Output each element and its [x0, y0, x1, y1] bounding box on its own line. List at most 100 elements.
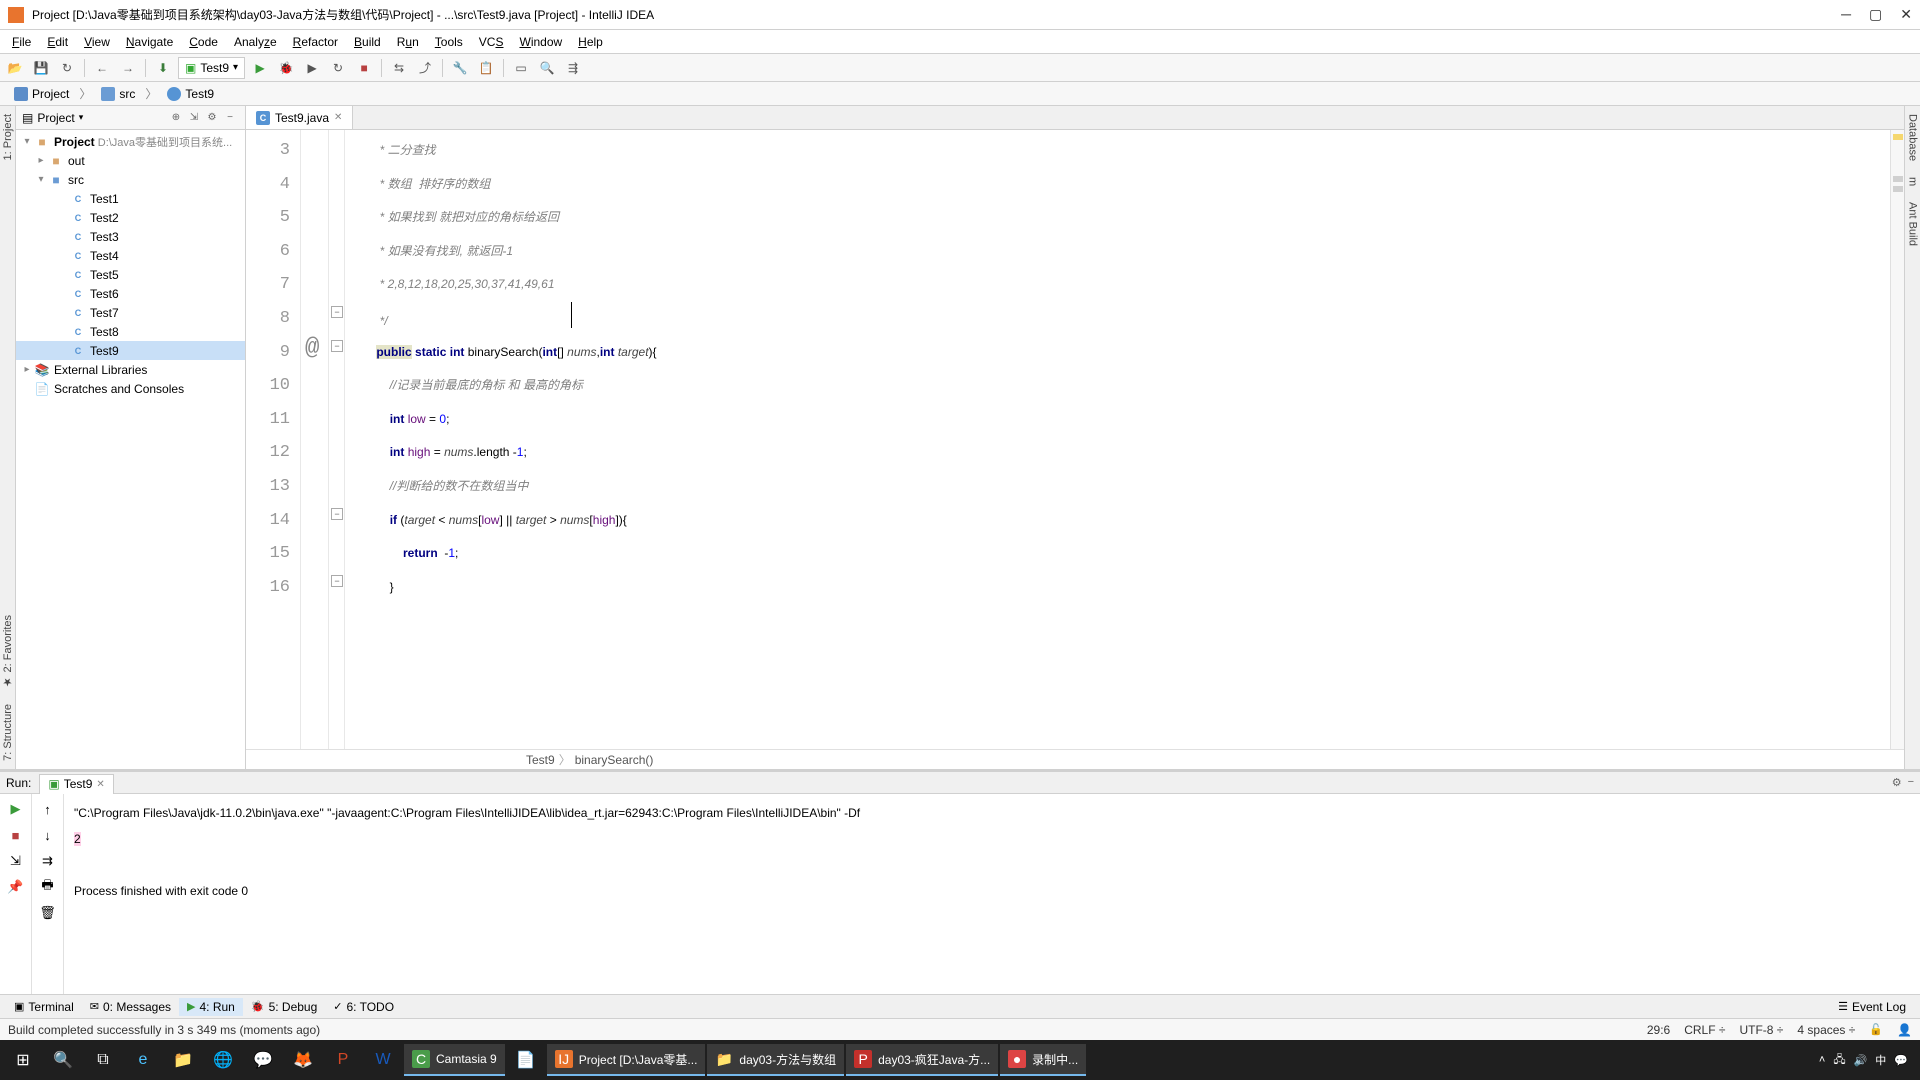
tray-notif-icon[interactable]: 💬 [1894, 1054, 1908, 1067]
tab-eventlog[interactable]: ☰Event Log [1830, 998, 1914, 1016]
tool-button[interactable]: ⤴ [414, 57, 436, 79]
tree-out[interactable]: ▸ ■ out [16, 151, 245, 170]
nav-file[interactable]: Test9 [161, 85, 220, 103]
tree-file[interactable]: CTest2 [16, 208, 245, 227]
hector-icon[interactable]: 👤 [1897, 1023, 1912, 1037]
up-button[interactable]: ↑ [37, 798, 59, 820]
status-position[interactable]: 29:6 [1647, 1023, 1670, 1037]
coverage-button[interactable]: ▶ [301, 57, 323, 79]
menu-run[interactable]: Run [389, 33, 427, 51]
windows-start-button[interactable]: ⊞ [4, 1044, 42, 1076]
forward-button[interactable]: → [117, 57, 139, 79]
expand-arrow-icon[interactable]: ▸ [20, 364, 34, 375]
override-icon[interactable]: @ [305, 335, 319, 362]
chrome-icon[interactable]: 🌐 [204, 1044, 242, 1076]
lock-icon[interactable]: 🔓 [1869, 1023, 1883, 1037]
taskbar-app-intellij[interactable]: IJ Project [D:\Java零基... [547, 1044, 706, 1076]
tab-structure[interactable]: 7: Structure [0, 696, 16, 769]
close-icon[interactable]: ✕ [96, 779, 104, 790]
menu-navigate[interactable]: Navigate [118, 33, 181, 51]
tray-network-icon[interactable]: 🖧 [1833, 1051, 1845, 1070]
nav-src[interactable]: src [95, 85, 141, 103]
debug-button[interactable]: 🐞 [275, 57, 297, 79]
open-button[interactable]: 📂 [4, 57, 26, 79]
menu-build[interactable]: Build [346, 33, 389, 51]
nav-project[interactable]: Project [8, 85, 75, 103]
taskbar-app-camtasia[interactable]: C Camtasia 9 [404, 1044, 505, 1076]
save-button[interactable]: 💾 [30, 57, 52, 79]
tab-database[interactable]: Database [1905, 106, 1920, 169]
maximize-button[interactable]: ▢ [1869, 6, 1882, 23]
pin-button[interactable]: 📌 [5, 876, 27, 898]
menu-view[interactable]: View [76, 33, 118, 51]
stop-button[interactable]: ■ [353, 57, 375, 79]
taskbar-app-folder[interactable]: 📁 day03-方法与数组 [707, 1044, 844, 1076]
tree-ext-libs[interactable]: ▸ 📚 External Libraries [16, 360, 245, 379]
wrench-icon[interactable]: 🔧 [449, 57, 471, 79]
tab-terminal[interactable]: ▣Terminal [6, 998, 82, 1016]
status-encoding[interactable]: UTF-8 ÷ [1739, 1023, 1783, 1037]
tab-favorites[interactable]: ★ 2: Favorites [0, 607, 16, 697]
gear-icon[interactable]: ⚙ [1892, 776, 1902, 789]
tray-arrow-icon[interactable]: ˄ [1819, 1054, 1825, 1066]
tool-button[interactable]: ⇆ [388, 57, 410, 79]
scroll-from-source-button[interactable]: ⊕ [167, 109, 185, 127]
tab-messages[interactable]: ✉0: Messages [82, 998, 179, 1016]
rerun-button[interactable]: ▶ [5, 798, 27, 820]
tab-debug[interactable]: 🐞5: Debug [243, 998, 325, 1016]
close-button[interactable]: ✕ [1900, 6, 1912, 23]
minimize-icon[interactable]: − [1908, 776, 1914, 789]
avd-button[interactable]: ▭ [510, 57, 532, 79]
menu-vcs[interactable]: VCS [471, 33, 512, 51]
tree-file[interactable]: CTest7 [16, 303, 245, 322]
clear-button[interactable]: 🗑 [37, 902, 59, 924]
tree-root[interactable]: ▾ ■ Project D:\Java零基础到项目系统... [16, 132, 245, 151]
expand-arrow-icon[interactable]: ▾ [34, 174, 48, 185]
tree-src[interactable]: ▾ ■ src [16, 170, 245, 189]
taskview-icon[interactable]: ⧉ [84, 1044, 122, 1076]
info-marker[interactable] [1893, 176, 1903, 182]
run-config-select[interactable]: ▣ Test9 ▾ [178, 57, 245, 79]
right-gutter[interactable] [1890, 130, 1904, 749]
build-button[interactable]: ⬇ [152, 57, 174, 79]
menu-tools[interactable]: Tools [427, 33, 471, 51]
fold-marker[interactable]: − [331, 508, 343, 520]
tab-ant[interactable]: Ant Build [1905, 194, 1920, 254]
breadcrumb-item[interactable]: binarySearch() [575, 753, 654, 767]
hide-button[interactable]: − [221, 109, 239, 127]
refresh-button[interactable]: ↻ [56, 57, 78, 79]
tree-file[interactable]: CTest3 [16, 227, 245, 246]
menu-refactor[interactable]: Refactor [285, 33, 346, 51]
wechat-icon[interactable]: 💬 [244, 1044, 282, 1076]
info-marker[interactable] [1893, 186, 1903, 192]
menu-help[interactable]: Help [570, 33, 611, 51]
gear-icon[interactable]: ⚙ [203, 109, 221, 127]
taskbar-app-record[interactable]: ● 录制中... [1000, 1044, 1086, 1076]
tab-run[interactable]: ▶4: Run [179, 998, 243, 1016]
menu-edit[interactable]: Edit [39, 33, 76, 51]
menu-window[interactable]: Window [511, 33, 570, 51]
code-body[interactable]: * 二分查找 * 数组 排好序的数组 * 如果找到 就把对应的角标给返回 * 如… [345, 130, 1890, 749]
fold-marker[interactable]: − [331, 340, 343, 352]
edge-icon[interactable]: e [124, 1044, 162, 1076]
minimize-button[interactable]: ─ [1841, 6, 1851, 23]
tree-file-selected[interactable]: CTest9 [16, 341, 245, 360]
find-everywhere-button[interactable]: ⇶ [562, 57, 584, 79]
collapse-all-button[interactable]: ⇲ [185, 109, 203, 127]
firefox-icon[interactable]: 🦊 [284, 1044, 322, 1076]
unknown-app-icon[interactable]: 📄 [507, 1044, 545, 1076]
search-button[interactable]: 🔍 [536, 57, 558, 79]
project-view-select[interactable]: ▤ Project ▾ [22, 111, 167, 125]
search-icon[interactable]: 🔍 [44, 1044, 82, 1076]
tab-todo[interactable]: ✓6: TODO [325, 998, 402, 1016]
run-button[interactable]: ▶ [249, 57, 271, 79]
structure-button[interactable]: 📋 [475, 57, 497, 79]
warning-marker[interactable] [1893, 134, 1903, 140]
tab-maven[interactable]: m [1905, 169, 1920, 194]
menu-code[interactable]: Code [181, 33, 226, 51]
run-output[interactable]: "C:\Program Files\Java\jdk-11.0.2\bin\ja… [64, 794, 1920, 994]
tree-file[interactable]: CTest5 [16, 265, 245, 284]
tree-file[interactable]: CTest4 [16, 246, 245, 265]
profile-button[interactable]: ↻ [327, 57, 349, 79]
word-icon[interactable]: W [364, 1044, 402, 1076]
